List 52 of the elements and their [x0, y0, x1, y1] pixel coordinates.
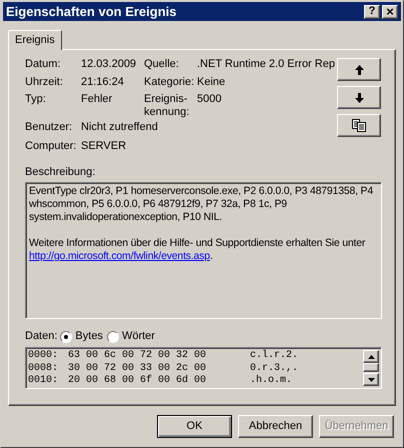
- dialog-button[interactable]: Abbrechen: [238, 415, 313, 438]
- field-label: Kategorie:: [144, 75, 196, 90]
- field-label: Benutzer:: [25, 120, 74, 135]
- up-triangle-icon: [368, 354, 374, 358]
- radio-option[interactable]: Bytes: [60, 328, 103, 345]
- hex-ascii: .h.o.m.: [250, 375, 292, 388]
- field-value: 12.03.2009: [81, 57, 138, 72]
- up-arrow-icon: [354, 64, 364, 74]
- tab[interactable]: Ereignis: [8, 30, 62, 50]
- hex-bytes: 20 00 68 00 6f 00 6d 00: [68, 375, 208, 388]
- field-value: Nicht zutreffend: [81, 120, 159, 135]
- hex-offset: 0008:: [28, 362, 60, 375]
- description-label: Beschreibung:: [25, 166, 96, 179]
- hex-offset: 0010:: [28, 375, 60, 388]
- link[interactable]: http://go.microsoft.com/fwlink/events.asp: [29, 250, 210, 262]
- description-text: Weitere Informationen über die Hilfe- und Supportdienste erhalten Sie unter http://go.microsoft.com/fwlink/events.asp.: [29, 237, 366, 263]
- field-label: Uhrzeit:: [25, 75, 64, 90]
- data-label: Daten:: [25, 329, 58, 344]
- window-title: Eigenschaften von Ereignis: [6, 5, 176, 18]
- scroll-thumb[interactable]: [363, 363, 379, 372]
- field-value: Fehler: [81, 92, 114, 107]
- field-value: 21:16:24: [81, 75, 125, 90]
- field-label: Computer:: [25, 139, 78, 154]
- dialog-button[interactable]: OK: [157, 415, 232, 438]
- radio-button[interactable]: [106, 330, 119, 342]
- field-value: SERVER: [81, 139, 128, 154]
- copy-icon: [352, 119, 366, 132]
- hex-bytes: 30 00 72 00 33 00 2c 00: [68, 362, 208, 374]
- field-label: Typ:: [25, 92, 47, 107]
- field-value: Keine: [197, 75, 226, 90]
- field-label: Quelle:: [144, 57, 180, 72]
- description-text: EventType clr20r3, P1 homeserverconsole.exe, P2 6.0.0.0, P3 48791358, P4 whscommon, P5 6.0.0.0, P6 487912f9, P7 32a, P8 1c, P9 system.invalidoperationexception, P10 NIL.: [29, 185, 374, 224]
- hex-ascii: c.l.r.2.: [250, 350, 298, 362]
- field-value: .NET Runtime 2.0 Error Rep: [197, 57, 336, 72]
- scroll-down-button[interactable]: [363, 373, 379, 386]
- close-button[interactable]: ×: [382, 4, 398, 18]
- scroll-up-button[interactable]: [363, 350, 379, 363]
- down-triangle-icon: [368, 378, 374, 382]
- help-button[interactable]: ?: [364, 4, 380, 18]
- field-value: 5000: [197, 92, 222, 107]
- field-label: Datum:: [25, 57, 62, 72]
- radio-button[interactable]: [60, 330, 72, 342]
- radio-option[interactable]: Wörter: [106, 328, 155, 345]
- hex-ascii: 0.r.3.,.: [250, 362, 298, 374]
- hex-bytes: 63 00 6c 00 72 00 32 00: [68, 350, 208, 362]
- down-arrow-icon: [354, 92, 364, 102]
- field-label: Ereignis- kennung:: [144, 92, 190, 119]
- previous-button[interactable]: [337, 58, 381, 81]
- scrollbar[interactable]: [363, 350, 379, 386]
- next-button[interactable]: [337, 86, 381, 109]
- copy-button[interactable]: [337, 114, 381, 137]
- hex-offset: 0000:: [28, 350, 60, 362]
